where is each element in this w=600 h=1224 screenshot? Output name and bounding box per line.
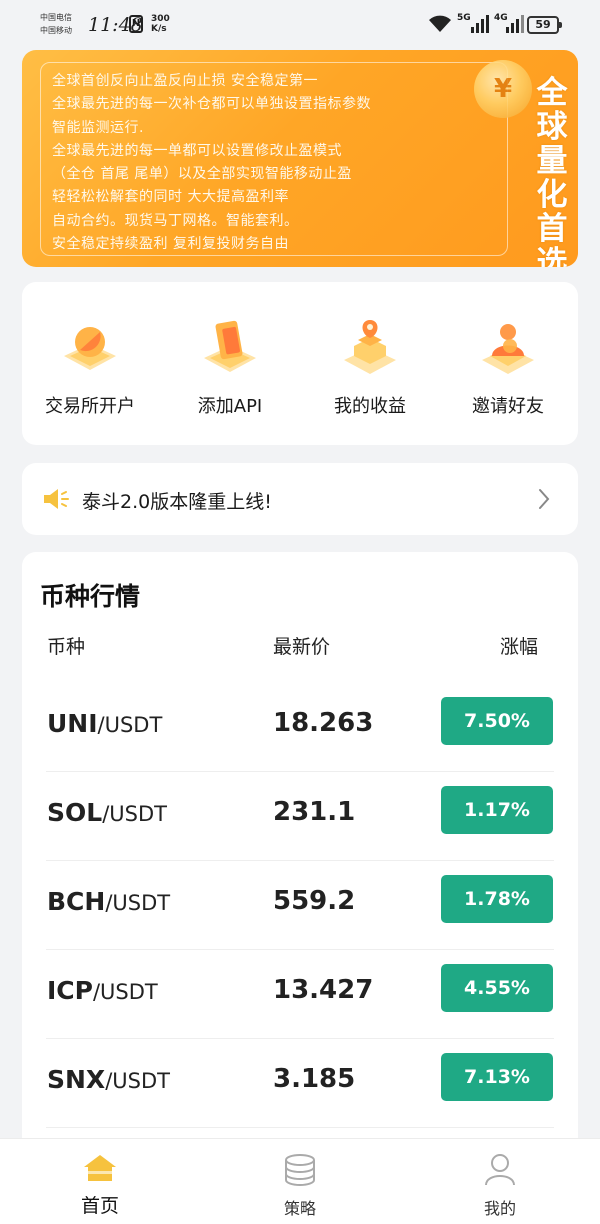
add-api-icon [198, 316, 262, 380]
change-badge: 7.50% [441, 697, 553, 745]
sim1-type: 5G [457, 13, 471, 23]
action-invite-friends[interactable]: 邀请好友 [448, 316, 568, 418]
change-badge: 1.17% [441, 786, 553, 834]
last-price: 3.185 [273, 1064, 356, 1094]
quick-actions: 交易所开户 添加API 我的收益 邀请好友 [22, 282, 578, 445]
carrier-info: 中国电信 中国移动 [40, 11, 72, 37]
last-price: 559.2 [273, 886, 356, 916]
speaker-icon [44, 489, 69, 509]
symbol-quote: /USDT [105, 891, 171, 915]
announcement-text: 泰斗2.0版本隆重上线! [82, 491, 272, 513]
action-add-api[interactable]: 添加API [170, 316, 290, 418]
banner-line: （全仓 首尾 尾单）以及全部实现智能移动止盈 [52, 166, 352, 183]
row-divider [46, 1127, 554, 1128]
carrier-1: 中国电信 [40, 13, 72, 22]
announcement-bar[interactable]: 泰斗2.0版本隆重上线! [22, 463, 578, 535]
slogan-char: 全 [536, 75, 568, 111]
symbol: UNI/USDT [47, 709, 162, 738]
banner-line: 安全稳定持续盈利 复利复投财务自由 [52, 236, 289, 253]
market-row[interactable]: UNI/USDT 18.263 7.50% [22, 683, 578, 772]
database-icon [285, 1154, 315, 1186]
column-header-symbol: 币种 [47, 636, 86, 658]
tab-home[interactable]: 首页 [50, 1153, 150, 1218]
banner-line: 自动合约。现货马丁网格。智能套利。 [52, 212, 299, 229]
sim2-type: 4G [494, 13, 508, 23]
status-bar: 中国电信 中国移动 11:48 N 300 K/s 5G 4G 59 [0, 0, 600, 50]
tab-mine[interactable]: 我的 [450, 1153, 550, 1219]
market-row[interactable]: SOL/USDT 231.1 1.17% [22, 772, 578, 861]
wifi-icon [429, 15, 451, 32]
tab-strategy[interactable]: 策略 [250, 1153, 350, 1219]
action-label: 交易所开户 [45, 396, 135, 417]
my-earnings-icon [338, 316, 402, 380]
symbol: BCH/USDT [47, 887, 170, 916]
invite-friends-icon [476, 316, 540, 380]
market-row[interactable]: BCH/USDT 559.2 1.78% [22, 861, 578, 950]
banner-line: 全球首创反向止盈反向止损 安全稳定第一 [52, 73, 318, 89]
banner-line: 全球最先进的每一单都可以设置修改止盈模式 [52, 142, 342, 159]
signal-5g-icon: 5G [457, 13, 491, 39]
slogan-char: 化 [536, 177, 568, 213]
slogan-char: 首 [536, 211, 568, 247]
bottom-tab-bar: 首页 策略 我的 [0, 1138, 600, 1224]
column-header-change: 涨幅 [500, 636, 539, 658]
battery-icon: 59 [527, 16, 562, 34]
banner-slogan: 全 球 量 化 首 选 [532, 76, 572, 267]
action-my-earnings[interactable]: 我的收益 [310, 316, 430, 418]
nfc-icon: N [129, 15, 143, 33]
banner-line: 轻轻松松解套的同时 大大提高盈利率 [52, 189, 289, 206]
symbol: SNX/USDT [47, 1065, 170, 1094]
network-speed: 300 K/s [151, 14, 170, 34]
last-price: 231.1 [273, 797, 356, 827]
market-title: 币种行情 [40, 582, 141, 611]
change-badge: 4.55% [441, 964, 553, 1012]
action-label: 添加API [197, 396, 263, 417]
banner-line: 全球最先进的每一次补仓都可以单独设置指标参数 [52, 96, 371, 113]
carrier-2: 中国移动 [40, 26, 72, 35]
signal-4g-icon: 4G [494, 13, 524, 39]
symbol-base: UNI [47, 709, 98, 738]
symbol-quote: /USDT [105, 1069, 170, 1093]
slogan-char: 量 [536, 143, 568, 179]
symbol-base: ICP [47, 976, 93, 1005]
slogan-char: 球 [536, 109, 568, 145]
last-price: 13.427 [273, 975, 374, 1005]
action-exchange-account[interactable]: 交易所开户 [30, 316, 150, 418]
chevron-right-icon [539, 489, 550, 509]
symbol: SOL/USDT [47, 798, 167, 827]
market-row[interactable]: ICP/USDT 13.427 4.55% [22, 950, 578, 1039]
network-speed-unit: K/s [151, 24, 167, 34]
change-badge: 7.13% [441, 1053, 553, 1101]
last-price: 18.263 [273, 708, 374, 738]
symbol-base: SOL [47, 798, 103, 827]
symbol: ICP/USDT [47, 976, 158, 1005]
market-quotes: 币种行情 币种 最新价 涨幅 UNI/USDT 18.263 7.50% SOL… [22, 552, 578, 1152]
column-header-price: 最新价 [273, 636, 331, 658]
change-badge: 1.78% [441, 875, 553, 923]
action-label: 邀请好友 [472, 396, 544, 417]
promo-banner[interactable]: ¥ 全球首创反向止盈反向止损 安全稳定第一 全球最先进的每一次补仓都可以单独设置… [22, 50, 578, 267]
action-label: 我的收益 [334, 396, 406, 417]
symbol-quote: /USDT [102, 802, 167, 826]
user-icon [485, 1154, 515, 1186]
symbol-quote: /USDT [92, 980, 158, 1004]
home-icon [84, 1155, 116, 1181]
tab-label: 我的 [483, 1199, 516, 1218]
market-row[interactable]: SNX/USDT 3.185 7.13% [22, 1039, 578, 1128]
banner-text: 全球首创反向止盈反向止损 安全稳定第一 全球最先进的每一次补仓都可以单独设置指标… [52, 70, 512, 256]
symbol-base: SNX [47, 1065, 106, 1094]
exchange-account-icon [58, 316, 122, 380]
banner-line: 智能监测运行. [52, 119, 144, 136]
network-speed-value: 300 [151, 14, 170, 24]
tab-label: 首页 [80, 1195, 119, 1217]
symbol-quote: /USDT [97, 713, 163, 737]
tab-label: 策略 [283, 1199, 316, 1218]
slogan-char: 选 [536, 245, 568, 267]
symbol-base: BCH [47, 887, 106, 916]
